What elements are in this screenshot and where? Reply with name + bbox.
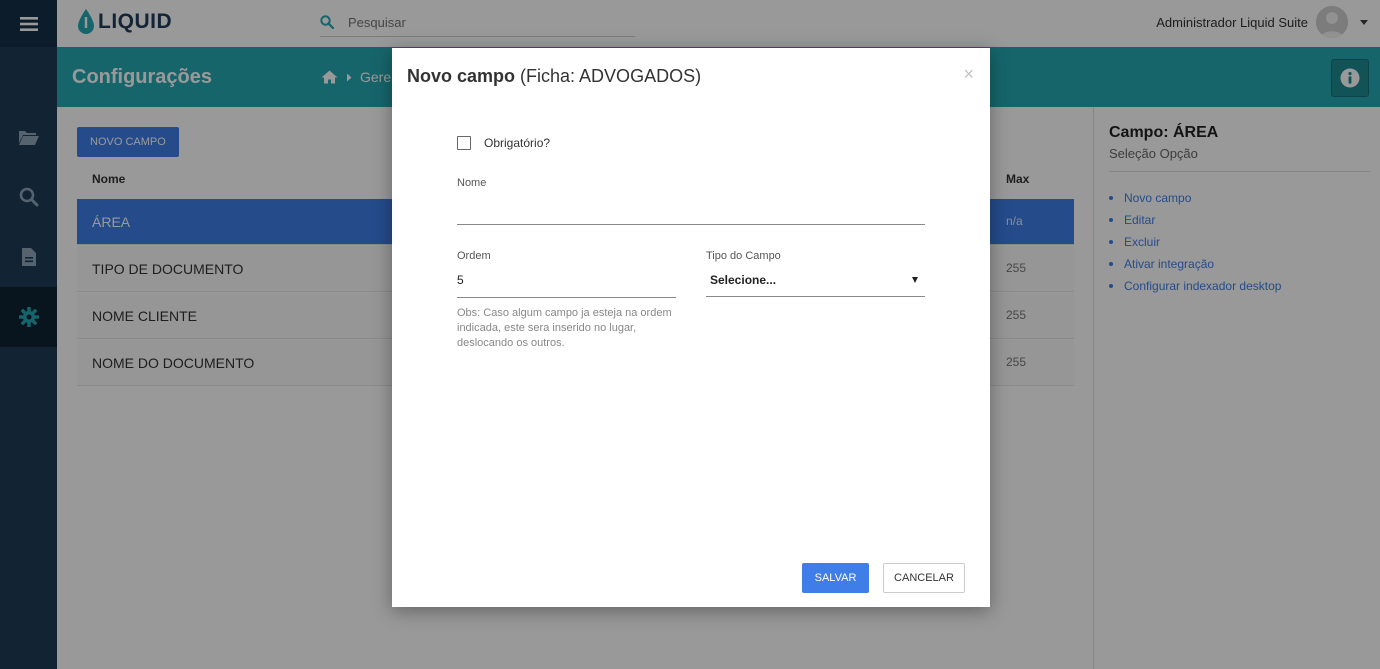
- dialog-title: Novo campo (Ficha: ADVOGADOS): [407, 66, 701, 87]
- name-field[interactable]: [457, 203, 925, 225]
- name-label: Nome: [457, 177, 487, 189]
- required-checkbox[interactable]: [457, 136, 471, 150]
- field-type-select[interactable]: [706, 266, 925, 297]
- order-label: Ordem: [457, 250, 491, 262]
- close-icon[interactable]: ×: [963, 64, 974, 85]
- order-hint: Obs: Caso algum campo ja esteja na ordem…: [457, 307, 672, 349]
- dialog-title-main: Novo campo: [407, 66, 516, 86]
- new-field-dialog: Novo campo (Ficha: ADVOGADOS) × Obrigató…: [392, 48, 990, 607]
- field-type-label: Tipo do Campo: [706, 250, 781, 262]
- required-label: Obrigatório?: [484, 136, 551, 150]
- cancel-button[interactable]: CANCELAR: [883, 563, 965, 593]
- order-field[interactable]: [457, 266, 676, 298]
- dialog-title-context: (Ficha: ADVOGADOS): [515, 66, 702, 86]
- required-checkbox-row[interactable]: Obrigatório?: [457, 136, 550, 150]
- save-button[interactable]: SALVAR: [802, 563, 869, 593]
